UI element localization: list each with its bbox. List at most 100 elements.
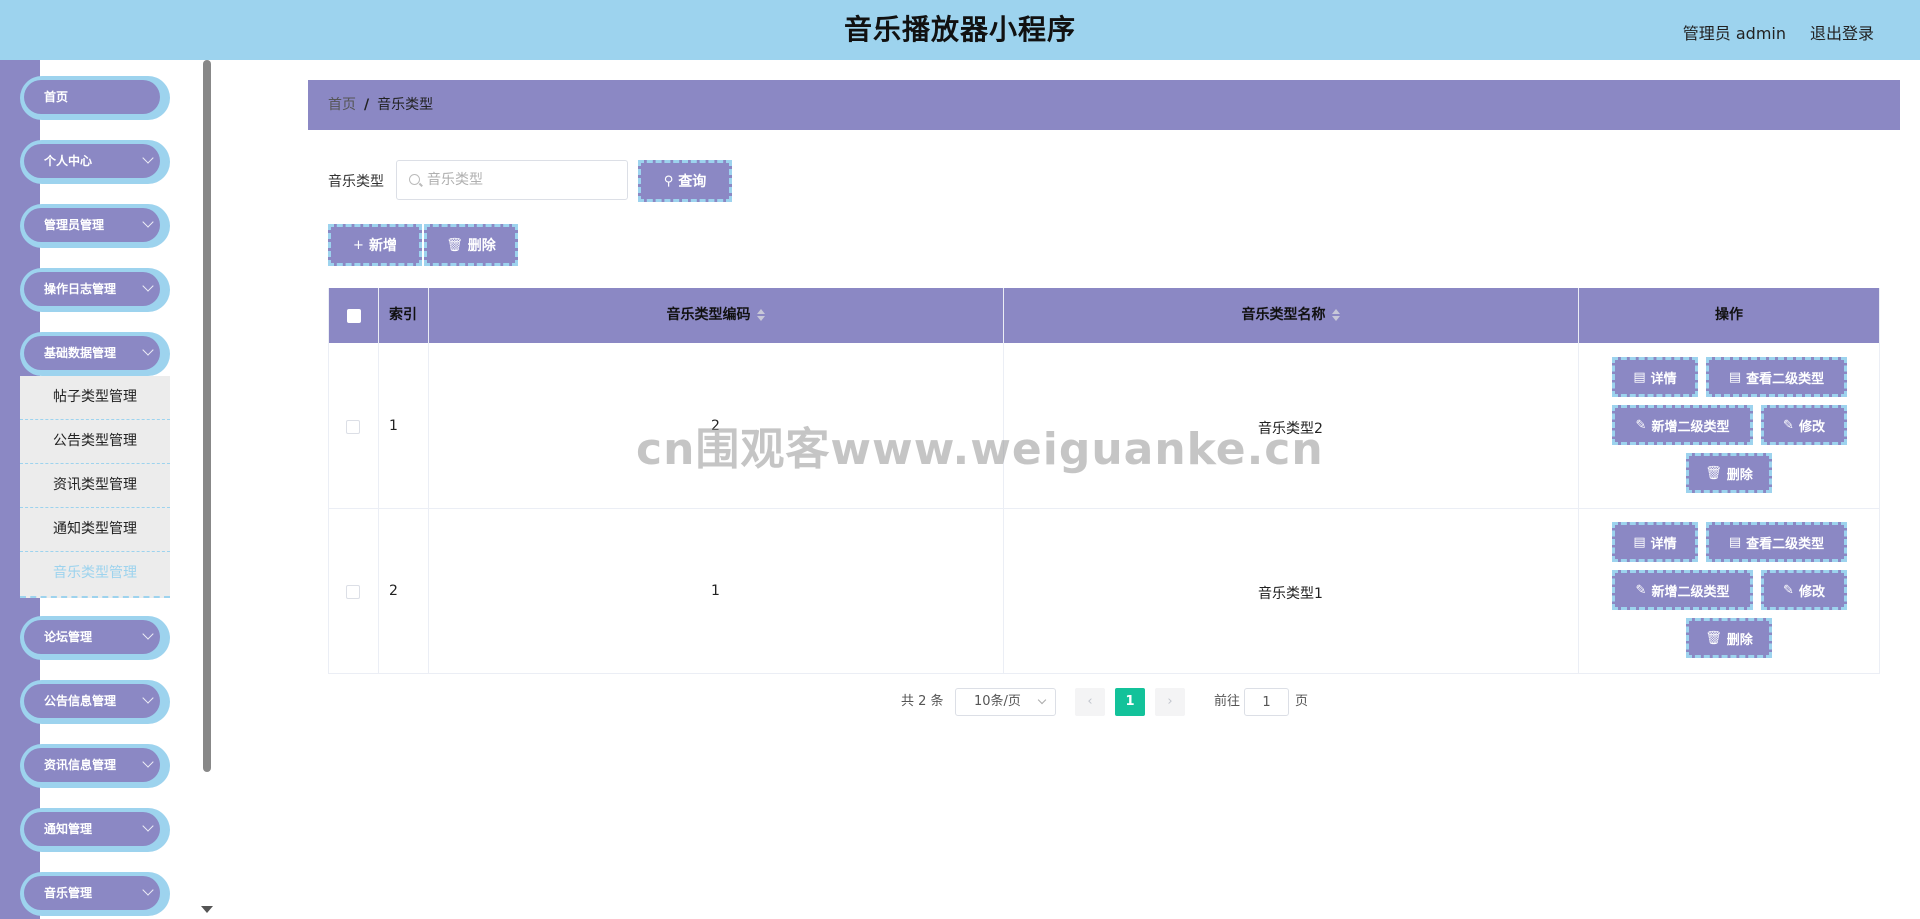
add-button[interactable]: + 新增 [328, 224, 422, 266]
sidebar-scrollbar[interactable] [203, 60, 211, 772]
sidebar-item-label: 操作日志管理 [44, 282, 117, 296]
chevron-down-icon [142, 820, 154, 832]
row-divider [328, 508, 1880, 509]
submenu-item-notification-type[interactable]: 通知类型管理 [20, 508, 170, 552]
delete-button[interactable]: 🗑 删除 [1686, 453, 1772, 493]
chevron-left-icon: ‹ [1087, 694, 1093, 709]
query-button-label: 查询 [678, 174, 707, 190]
search-icon: ⚲ [663, 173, 674, 189]
current-user: 管理员 admin [1682, 24, 1786, 43]
detail-button[interactable]: ▤ 详情 [1612, 357, 1698, 397]
detail-button[interactable]: ▤ 详情 [1612, 522, 1698, 562]
sidebar-item-operation-log[interactable]: 操作日志管理 [20, 268, 170, 312]
breadcrumb: 首页 / 音乐类型 [308, 80, 1900, 130]
batch-delete-button-label: 删除 [467, 238, 496, 254]
delete-button[interactable]: 🗑 删除 [1686, 618, 1772, 658]
sidebar-item-home[interactable]: 首页 [20, 76, 170, 120]
edit-icon: ✎ [1783, 582, 1794, 598]
submenu-item-post-type[interactable]: 帖子类型管理 [20, 376, 170, 420]
pill-inner: 音乐管理 [24, 876, 160, 910]
sidebar-item-label: 个人中心 [44, 154, 93, 168]
goto-page-input[interactable] [1244, 688, 1289, 716]
row-code: 2 [711, 418, 720, 434]
pagination-total: 共 2 条 [901, 694, 944, 709]
chevron-down-icon [142, 152, 154, 164]
trash-icon: 🗑 [446, 237, 463, 253]
chevron-down-icon [142, 628, 154, 640]
add-subtype-button-label: 新增二级类型 [1651, 419, 1730, 435]
view-subtype-button[interactable]: ▤ 查看二级类型 [1706, 357, 1847, 397]
pill-inner: 资讯信息管理 [24, 748, 160, 782]
row-index: 2 [389, 583, 398, 599]
sort-icon[interactable] [756, 308, 765, 322]
header-name[interactable]: 音乐类型名称 [1003, 288, 1578, 343]
logout-link[interactable]: 退出登录 [1810, 20, 1874, 44]
sidebar-item-personal-center[interactable]: 个人中心 [20, 140, 170, 184]
grid-line [378, 288, 379, 674]
batch-delete-button[interactable]: 🗑 删除 [424, 224, 518, 266]
trash-icon: 🗑 [1705, 630, 1722, 646]
header-ops: 操作 [1715, 307, 1743, 323]
detail-button-label: 详情 [1650, 536, 1677, 552]
submenu-item-news-type[interactable]: 资讯类型管理 [20, 464, 170, 508]
scroll-down-arrow-icon[interactable] [201, 906, 213, 913]
pill-inner: 管理员管理 [24, 208, 160, 242]
edit-button[interactable]: ✎ 修改 [1761, 405, 1847, 445]
sidebar-item-label: 公告信息管理 [44, 694, 117, 708]
search-label: 音乐类型 [328, 174, 384, 190]
sidebar-item-admin-management[interactable]: 管理员管理 [20, 204, 170, 248]
sidebar-item-music[interactable]: 音乐管理 [20, 872, 170, 916]
goto-label: 前往 [1214, 694, 1241, 709]
next-page-button[interactable]: › [1155, 688, 1185, 716]
chevron-down-icon [142, 884, 154, 896]
header-code[interactable]: 音乐类型编码 [428, 288, 1003, 343]
add-button-label: 新增 [368, 238, 397, 254]
pill-inner: 操作日志管理 [24, 272, 160, 306]
document-icon: ▤ [1633, 534, 1646, 550]
search-input[interactable] [427, 161, 622, 199]
sidebar-item-label: 通知管理 [44, 822, 93, 836]
app-title: 音乐播放器小程序 [843, 13, 1076, 46]
sidebar-item-label: 基础数据管理 [44, 346, 117, 360]
sidebar-item-news[interactable]: 资讯信息管理 [20, 744, 170, 788]
pill-inner: 公告信息管理 [24, 684, 160, 718]
query-button[interactable]: ⚲ 查询 [638, 160, 732, 202]
breadcrumb-home[interactable]: 首页 [328, 97, 356, 113]
edit-button-label: 修改 [1798, 419, 1825, 435]
add-subtype-button[interactable]: ✎ 新增二级类型 [1612, 570, 1753, 610]
trash-icon: 🗑 [1705, 465, 1722, 481]
sidebar-item-announcement[interactable]: 公告信息管理 [20, 680, 170, 724]
prev-page-button[interactable]: ‹ [1075, 688, 1105, 716]
row-name: 音乐类型2 [1258, 421, 1323, 437]
page-size-select[interactable]: 10条/页 [955, 688, 1056, 716]
sort-icon[interactable] [1331, 308, 1340, 322]
row-index: 1 [389, 418, 398, 434]
select-all-checkbox[interactable] [347, 309, 361, 323]
search-field[interactable] [396, 160, 628, 200]
delete-button-label: 删除 [1726, 467, 1753, 483]
top-header: 音乐播放器小程序 管理员 admin 退出登录 [0, 0, 1920, 60]
grid-line [328, 288, 329, 674]
pill-inner: 首页 [24, 80, 160, 114]
sidebar-item-notification[interactable]: 通知管理 [20, 808, 170, 852]
document-icon: ▤ [1633, 369, 1646, 385]
row-checkbox[interactable] [346, 420, 360, 434]
grid-line [428, 288, 429, 674]
table-header: 索引 音乐类型编码 音乐类型名称 操作 [328, 288, 1880, 343]
view-subtype-button[interactable]: ▤ 查看二级类型 [1706, 522, 1847, 562]
pill-inner: 论坛管理 [24, 620, 160, 654]
sidebar-item-label: 首页 [44, 90, 69, 104]
detail-button-label: 详情 [1650, 371, 1677, 387]
add-subtype-button[interactable]: ✎ 新增二级类型 [1612, 405, 1753, 445]
submenu-item-notice-type[interactable]: 公告类型管理 [20, 420, 170, 464]
sidebar-item-basic-data[interactable]: 基础数据管理 [20, 332, 170, 376]
chevron-right-icon: › [1167, 694, 1173, 709]
sidebar-item-forum[interactable]: 论坛管理 [20, 616, 170, 660]
pill-inner: 个人中心 [24, 144, 160, 178]
edit-button[interactable]: ✎ 修改 [1761, 570, 1847, 610]
chevron-down-icon [1037, 695, 1047, 705]
chevron-down-icon [142, 344, 154, 356]
page-number-current[interactable]: 1 [1115, 688, 1145, 716]
submenu-item-music-type[interactable]: 音乐类型管理 [20, 552, 170, 596]
row-checkbox[interactable] [346, 585, 360, 599]
